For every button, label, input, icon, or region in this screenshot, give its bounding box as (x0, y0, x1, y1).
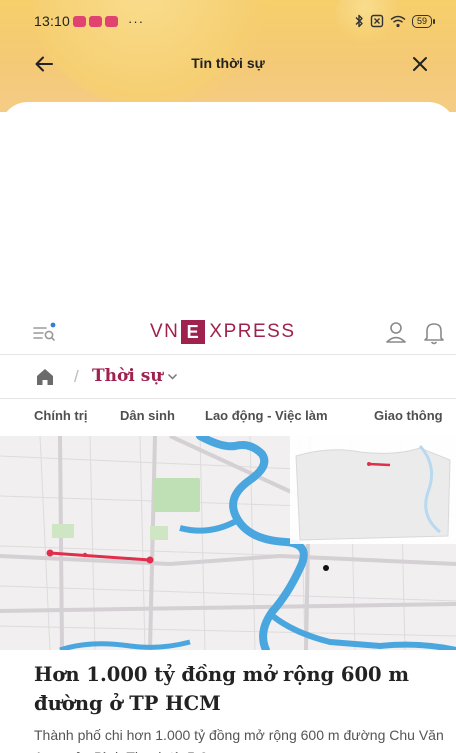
battery-indicator: 59 (411, 14, 436, 28)
title-bar: Tin thời sự (0, 42, 456, 84)
category-dropdown[interactable]: Thời sự (92, 366, 178, 386)
vnexpress-logo[interactable]: VN E XPRESS (150, 320, 296, 344)
status-bar: 13:10 ··· 59 (0, 0, 456, 42)
notification-icon (105, 15, 119, 27)
user-icon (386, 322, 406, 343)
divider (0, 398, 456, 399)
article-map-image[interactable] (0, 436, 456, 650)
subnav-item-lao-dong[interactable]: Lao động - Việc làm (205, 408, 328, 423)
no-sim-icon (370, 14, 384, 28)
back-button[interactable] (30, 50, 58, 78)
logo-text-right: XPRESS (209, 321, 296, 342)
subnav-item-chinh-tri[interactable]: Chính trị (34, 408, 87, 423)
breadcrumb-separator: / (74, 367, 79, 386)
notifications-button[interactable] (422, 320, 446, 346)
page-title: Tin thời sự (191, 55, 265, 71)
notification-icon (89, 15, 103, 27)
app-header: 13:10 ··· 59 Tin thời sự (0, 0, 456, 112)
home-icon (37, 369, 53, 385)
divider (0, 354, 456, 355)
more-notifications: ··· (128, 13, 145, 29)
breadcrumb: / Thời sự (0, 356, 456, 398)
home-button[interactable] (34, 366, 56, 388)
sub-category-nav: Chính trị Dân sinh Lao động - Việc làm G… (0, 400, 456, 434)
logo-box: E (181, 320, 206, 344)
subnav-item-dan-sinh[interactable]: Dân sinh (120, 408, 175, 423)
wifi-icon (390, 15, 406, 27)
bluetooth-icon (355, 14, 363, 28)
status-time: 13:10 (34, 13, 71, 29)
article-lead[interactable]: Thành phố chi hơn 1.000 tỷ đồng mở rộng … (34, 724, 444, 753)
menu-search-button[interactable] (32, 320, 58, 346)
logo-text-left: VN (150, 321, 180, 342)
close-icon (413, 57, 427, 71)
account-button[interactable] (384, 320, 408, 346)
map-illustration (0, 436, 456, 650)
notification-icon (73, 15, 87, 27)
site-header: VN E XPRESS (0, 312, 456, 354)
article-headline[interactable]: Hơn 1.000 tỷ đồng mở rộng 600 m đường ở … (34, 660, 444, 718)
category-label: Thời sự (92, 366, 163, 386)
arrow-left-icon (35, 56, 53, 72)
status-icons: 59 (354, 14, 436, 28)
chevron-down-icon (167, 373, 177, 380)
bell-icon (424, 323, 444, 345)
menu-search-icon (33, 322, 56, 341)
subnav-item-giao-thong[interactable]: Giao thông (374, 408, 443, 423)
close-button[interactable] (406, 50, 434, 78)
